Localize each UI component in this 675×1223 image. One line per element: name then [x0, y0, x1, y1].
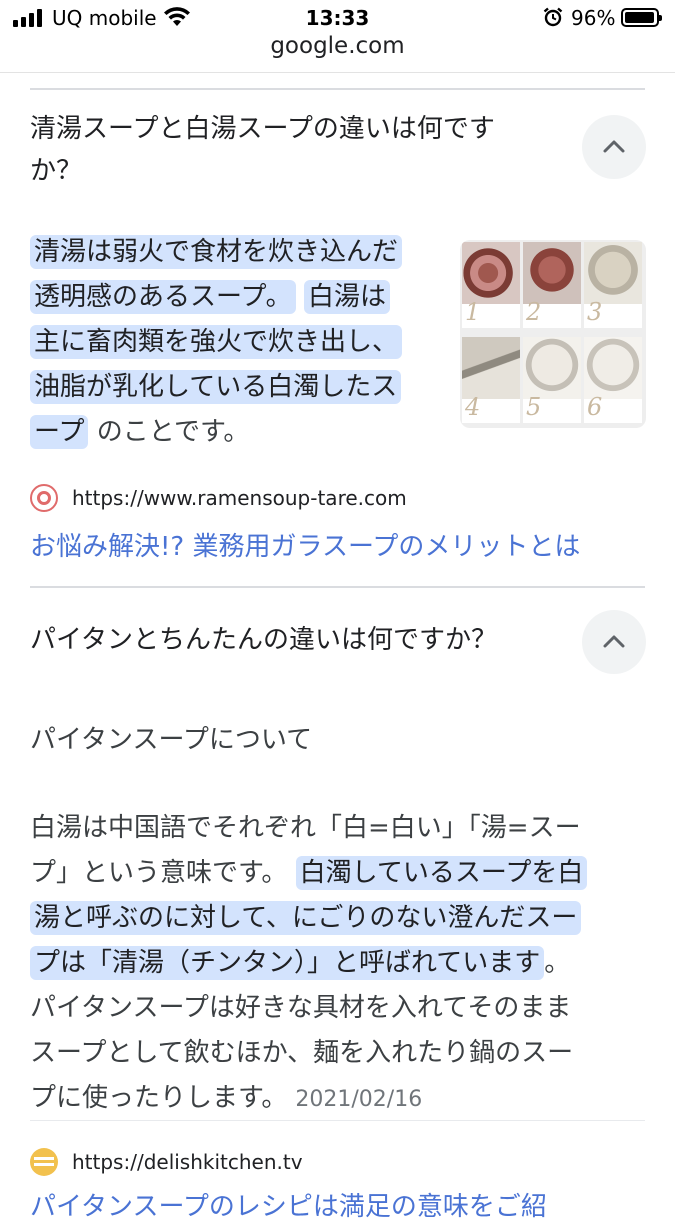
faq-divider: [30, 586, 645, 588]
faq-inner-divider: [30, 1120, 645, 1121]
collapse-button-2[interactable]: [582, 610, 646, 674]
status-bar: UQ mobile 13:33 96%: [0, 0, 675, 36]
thumbnail-step: 5: [523, 337, 581, 423]
result-link-1[interactable]: お悩み解決!? 業務用ガラスープのメリットとは: [30, 526, 580, 563]
battery-icon: [621, 8, 662, 27]
faq-question-1[interactable]: 清湯スープと白湯スープの違いは何です か？: [30, 108, 550, 192]
site-favicon: [30, 1148, 58, 1176]
faq-answer-2: 白湯は中国語でそれぞれ「白=白い」「湯=スー プ」という意味です。 白濁している…: [30, 806, 645, 1122]
address-bar-url[interactable]: google.com: [0, 33, 675, 59]
thumbnail-step: 4: [462, 337, 520, 423]
collapse-button-1[interactable]: [582, 115, 646, 179]
thumbnail-step: 1: [462, 242, 520, 328]
faq-answer-title-2: パイタンスープについて: [30, 725, 313, 755]
chevron-up-icon: [603, 140, 625, 153]
thumbnail-step: 6: [584, 337, 642, 423]
site-favicon: [30, 484, 58, 512]
source-url-2[interactable]: https://delishkitchen.tv: [72, 1150, 303, 1174]
faq-answer-1: 清湯は弱火で食材を炊き込んだ 透明感のあるスープ。 白湯は 主に畜肉類を強火で炊…: [30, 230, 445, 455]
source-url-1[interactable]: https://www.ramensoup-tare.com: [72, 486, 407, 510]
thumbnail-step: 2: [523, 242, 581, 328]
thumbnail-step: 3: [584, 242, 642, 328]
alarm-icon: [543, 7, 563, 27]
address-bar-divider: [0, 72, 675, 73]
chevron-up-icon: [603, 635, 625, 648]
answer-date: 2021/02/16: [295, 1087, 423, 1112]
faq-question-2[interactable]: パイタンとちんたんの違いは何ですか？: [30, 619, 570, 661]
battery-percent: 96%: [571, 6, 616, 30]
result-link-2[interactable]: パイタンスープのレシピは満足の意味をご紹: [30, 1186, 547, 1223]
answer-thumbnail[interactable]: 1 2 3 4 5 6: [460, 240, 646, 428]
faq-divider: [30, 88, 645, 90]
